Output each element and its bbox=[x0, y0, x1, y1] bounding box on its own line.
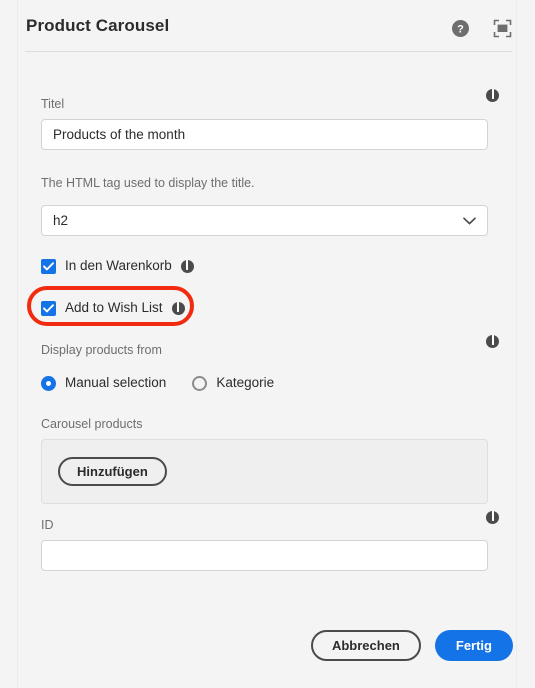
chevron-down-icon bbox=[463, 216, 476, 225]
radio-kategorie-label: Kategorie bbox=[216, 375, 275, 390]
radio-kategorie-control[interactable] bbox=[192, 375, 208, 391]
dialog-header: Product Carousel ? bbox=[0, 0, 535, 55]
html-tag-help-text: The HTML tag used to display the title. bbox=[41, 176, 255, 190]
id-field-group: ID bbox=[41, 518, 488, 571]
checkbox-add-to-wish-list-label: Add to Wish List bbox=[65, 300, 163, 315]
carousel-products-group: Carousel products Hinzufügen bbox=[41, 417, 488, 504]
display-products-info-icon-wrapper bbox=[486, 332, 499, 350]
display-products-radio-group: Manual selection Kategorie bbox=[41, 375, 274, 391]
display-products-group: Display products from bbox=[41, 343, 162, 365]
checkbox-in-den-warenkorb[interactable]: In den Warenkorb bbox=[41, 258, 194, 274]
radio-manual-selection-label: Manual selection bbox=[65, 375, 167, 390]
product-carousel-dialog: Product Carousel ? Titel Products of the… bbox=[0, 0, 535, 688]
svg-text:?: ? bbox=[457, 23, 464, 35]
html-tag-group: The HTML tag used to display the title. bbox=[41, 176, 255, 191]
html-tag-select-wrapper: h2 bbox=[41, 205, 488, 236]
title-input[interactable] bbox=[41, 119, 488, 150]
footer-buttons: Abbrechen Fertig bbox=[310, 630, 513, 661]
carousel-products-label: Carousel products bbox=[41, 417, 143, 431]
header-actions: ? bbox=[449, 17, 513, 39]
radio-manual-selection[interactable]: Manual selection bbox=[41, 375, 166, 391]
display-products-label: Display products from bbox=[41, 343, 162, 357]
fullscreen-icon[interactable] bbox=[491, 17, 513, 39]
checkbox-in-den-warenkorb-label: In den Warenkorb bbox=[65, 258, 172, 273]
checkbox-in-den-warenkorb-box[interactable] bbox=[41, 258, 56, 274]
checkbox-add-to-wish-list-box[interactable] bbox=[41, 300, 56, 316]
html-tag-select-value: h2 bbox=[53, 213, 69, 228]
cancel-button[interactable]: Abbrechen bbox=[310, 630, 421, 661]
radio-manual-selection-control[interactable] bbox=[41, 375, 56, 391]
checkbox-add-to-wish-list[interactable]: Add to Wish List bbox=[41, 300, 185, 316]
info-icon[interactable] bbox=[180, 259, 194, 273]
id-input[interactable] bbox=[41, 540, 488, 571]
info-icon[interactable] bbox=[171, 301, 185, 315]
dialog-footer: Abbrechen Fertig bbox=[0, 620, 535, 688]
done-button[interactable]: Fertig bbox=[434, 630, 513, 661]
dialog-body: Titel The HTML tag used to display the t… bbox=[0, 55, 535, 620]
add-product-button[interactable]: Hinzufügen bbox=[58, 457, 167, 486]
title-field-label: Titel bbox=[41, 97, 65, 111]
html-tag-select[interactable]: h2 bbox=[41, 205, 488, 236]
id-field-label: ID bbox=[41, 518, 54, 532]
page-title: Product Carousel bbox=[26, 16, 170, 35]
header-divider bbox=[25, 51, 512, 52]
radio-kategorie[interactable]: Kategorie bbox=[192, 375, 274, 391]
carousel-products-dropzone[interactable]: Hinzufügen bbox=[41, 439, 488, 504]
question-circle-icon[interactable]: ? bbox=[449, 17, 471, 39]
info-icon[interactable] bbox=[486, 334, 499, 348]
title-field-group: Titel bbox=[41, 97, 488, 150]
